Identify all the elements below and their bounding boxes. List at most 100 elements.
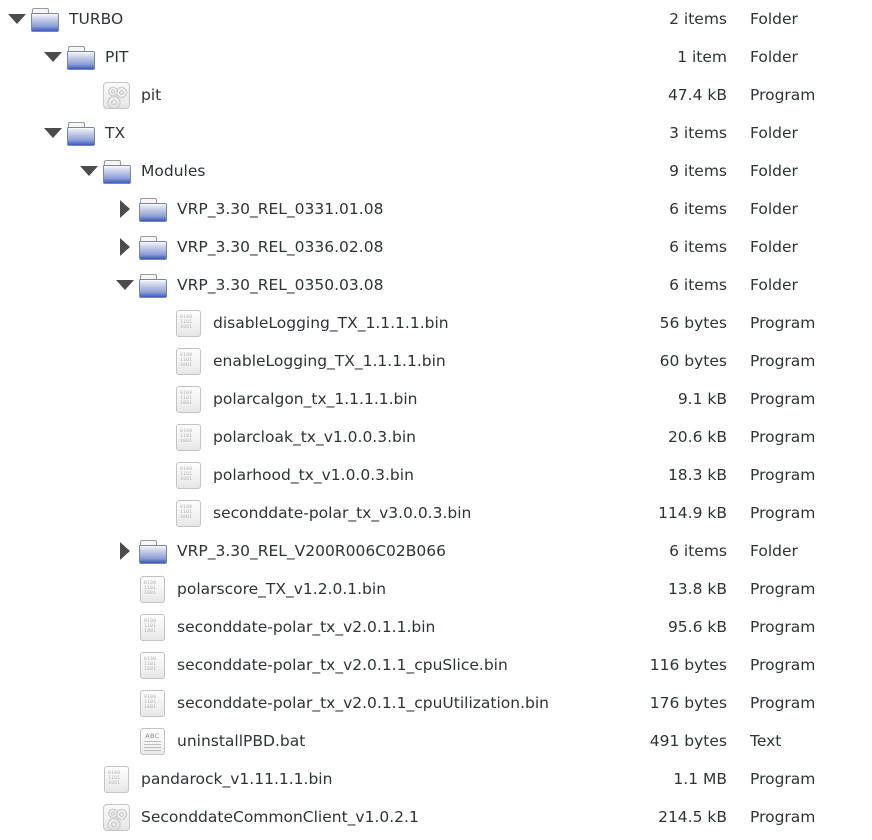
file-row[interactable]: ABC uninstallPBD.bat 491 bytes Text (0, 722, 872, 760)
folder-icon (66, 118, 96, 148)
file-row[interactable]: pit 47.4 kB Program (0, 76, 872, 114)
name-cell[interactable]: VRP_3.30_REL_V200R006C02B066 (0, 532, 872, 570)
file-name-label: disableLogging_TX_1.1.1.1.bin (213, 314, 449, 332)
file-name-label: pit (141, 86, 162, 104)
folder-icon (138, 194, 168, 224)
file-type-label: Folder (750, 162, 798, 180)
name-cell[interactable]: 0100 1101 1001 seconddate-polar_tx_v2.0.1… (0, 646, 872, 684)
file-type-label: Program (750, 314, 816, 332)
file-row[interactable]: 0100 1101 1001 polarhood_tx_v1.0.0.3.bin 1… (0, 456, 872, 494)
name-cell[interactable]: 0100 1101 1001 polarscore_TX_v1.2.0.1.bin (0, 570, 872, 608)
file-size-label: 9 items (669, 162, 727, 180)
file-type-label: Program (750, 580, 816, 598)
file-name-label: Modules (141, 162, 206, 180)
file-size-label: 95.6 kB (667, 618, 727, 636)
name-cell[interactable]: VRP_3.30_REL_0350.03.08 (0, 266, 872, 304)
file-type-label: Folder (750, 276, 798, 294)
file-tree-list[interactable]: TURBO 2 items Folder PIT 1 item Folder pit 47.4… (0, 0, 872, 840)
file-row[interactable]: VRP_3.30_REL_0331.01.08 6 items Folder (0, 190, 872, 228)
file-row[interactable]: 0100 1101 1001 polarscore_TX_v1.2.0.1.bin… (0, 570, 872, 608)
binary-digits: 0100 1101 1001 (144, 580, 157, 597)
name-cell[interactable]: Modules (0, 152, 872, 190)
file-row[interactable]: TX 3 items Folder (0, 114, 872, 152)
binary-file-icon: 0100 1101 1001 (176, 347, 201, 375)
file-row[interactable]: PIT 1 item Folder (0, 38, 872, 76)
file-name-label: polarcloak_tx_v1.0.0.3.bin (213, 428, 416, 446)
file-size-label: 20.6 kB (667, 428, 727, 446)
file-row[interactable]: Modules 9 items Folder (0, 152, 872, 190)
name-cell[interactable]: 0100 1101 1001 polarcalgon_tx_1.1.1.1.bin (0, 380, 872, 418)
file-name-label: PIT (105, 48, 129, 66)
file-name-label: polarhood_tx_v1.0.0.3.bin (213, 466, 414, 484)
file-row[interactable]: 0100 1101 1001 seconddate-polar_tx_v3.0.0… (0, 494, 872, 532)
chevron-down-icon[interactable] (112, 266, 138, 304)
file-size-label: 60 bytes (659, 352, 727, 370)
file-row[interactable]: 0100 1101 1001 enableLogging_TX_1.1.1.1.b… (0, 342, 872, 380)
name-cell[interactable]: 0100 1101 1001 polarhood_tx_v1.0.0.3.bin (0, 456, 872, 494)
file-type-label: Program (750, 618, 816, 636)
chevron-right-icon[interactable] (112, 228, 138, 266)
binary-file-icon: 0100 1101 1001 (176, 499, 201, 527)
file-row[interactable]: 0100 1101 1001 polarcalgon_tx_1.1.1.1.bin… (0, 380, 872, 418)
file-name-label: seconddate-polar_tx_v2.0.1.1.bin (177, 618, 436, 636)
file-size-label: 116 bytes (649, 656, 727, 674)
binary-digits: 0100 1101 1001 (144, 656, 157, 673)
file-size-label: 18.3 kB (667, 466, 727, 484)
binary-digits: 0100 1101 1001 (180, 466, 193, 483)
chevron-down-icon[interactable] (40, 38, 66, 76)
name-cell[interactable]: TURBO (0, 0, 872, 38)
name-cell[interactable]: 0100 1101 1001 seconddate-polar_tx_v3.0.0… (0, 494, 872, 532)
file-type-label: Program (750, 390, 816, 408)
binary-digits: 0100 1101 1001 (180, 428, 193, 445)
name-cell[interactable]: ABC uninstallPBD.bat (0, 722, 872, 760)
name-cell[interactable]: 0100 1101 1001 disableLogging_TX_1.1.1.1.… (0, 304, 872, 342)
text-file-icon: ABC (140, 727, 165, 755)
name-cell[interactable]: PIT (0, 38, 872, 76)
file-row[interactable]: VRP_3.30_REL_V200R006C02B066 6 items Folde… (0, 532, 872, 570)
chevron-down-icon[interactable] (76, 152, 102, 190)
chevron-right-icon[interactable] (112, 190, 138, 228)
file-type-label: Program (750, 770, 816, 788)
file-row[interactable]: VRP_3.30_REL_0336.02.08 6 items Folder (0, 228, 872, 266)
file-type-label: Program (750, 352, 816, 370)
chevron-down-icon[interactable] (40, 114, 66, 152)
file-size-label: 6 items (669, 276, 727, 294)
chevron-down-icon[interactable] (4, 0, 30, 38)
name-cell[interactable]: pit (0, 76, 872, 114)
binary-digits: 0100 1101 1001 (180, 504, 193, 521)
name-cell[interactable]: 0100 1101 1001 enableLogging_TX_1.1.1.1.b… (0, 342, 872, 380)
file-row[interactable]: 0100 1101 1001 seconddate-polar_tx_v2.0.1… (0, 684, 872, 722)
file-row[interactable]: 0100 1101 1001 polarcloak_tx_v1.0.0.3.bin… (0, 418, 872, 456)
file-row[interactable]: SeconddateCommonClient_v1.0.2.1 214.5 kB P… (0, 798, 872, 836)
name-cell[interactable]: VRP_3.30_REL_0331.01.08 (0, 190, 872, 228)
name-cell[interactable]: SeconddateCommonClient_v1.0.2.1 (0, 798, 872, 836)
file-name-label: TURBO (69, 10, 124, 28)
file-type-label: Folder (750, 48, 798, 66)
file-name-label: VRP_3.30_REL_0336.02.08 (177, 238, 384, 256)
name-cell[interactable]: 0100 1101 1001 polarcloak_tx_v1.0.0.3.bin (0, 418, 872, 456)
chevron-right-icon[interactable] (112, 532, 138, 570)
name-cell[interactable]: 0100 1101 1001 pandarock_v1.11.1.1.bin (0, 760, 872, 798)
name-cell[interactable]: TX (0, 114, 872, 152)
file-row[interactable]: 0100 1101 1001 pandarock_v1.11.1.1.bin 1.1… (0, 760, 872, 798)
file-name-label: SeconddateCommonClient_v1.0.2.1 (141, 808, 419, 826)
file-name-label: uninstallPBD.bat (177, 732, 306, 750)
file-row[interactable]: 0100 1101 1001 disableLogging_TX_1.1.1.1.… (0, 304, 872, 342)
file-row[interactable]: TURBO 2 items Folder (0, 0, 872, 38)
name-cell[interactable]: 0100 1101 1001 seconddate-polar_tx_v2.0.1… (0, 684, 872, 722)
binary-file-icon: 0100 1101 1001 (140, 575, 165, 603)
executable-icon (103, 81, 130, 109)
file-row[interactable]: VRP_3.30_REL_0350.03.08 6 items Folder (0, 266, 872, 304)
name-cell[interactable]: VRP_3.30_REL_0336.02.08 (0, 228, 872, 266)
text-lines (144, 740, 161, 753)
name-cell[interactable]: 0100 1101 1001 seconddate-polar_tx_v2.0.1… (0, 608, 872, 646)
file-row[interactable]: 0100 1101 1001 seconddate-polar_tx_v2.0.1… (0, 608, 872, 646)
file-row[interactable]: 0100 1101 1001 seconddate-polar_tx_v2.0.1… (0, 646, 872, 684)
